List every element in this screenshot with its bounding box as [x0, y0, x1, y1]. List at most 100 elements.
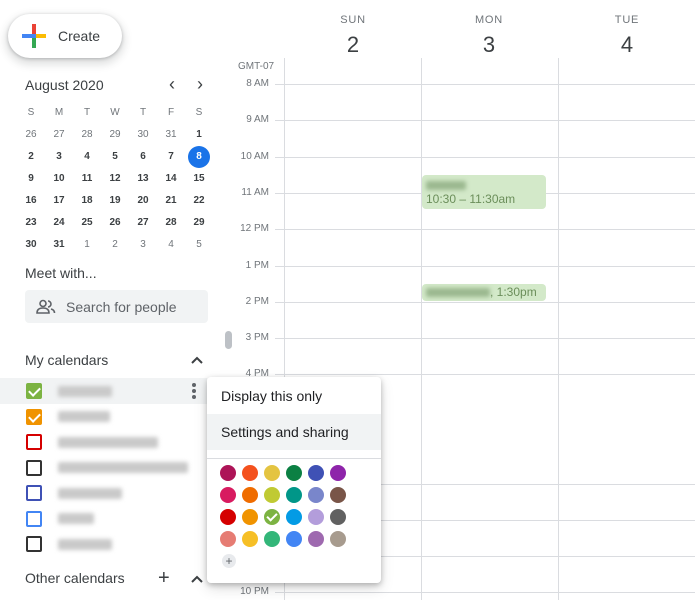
day-name: MON	[474, 14, 504, 26]
color-swatch[interactable]	[220, 465, 236, 481]
color-swatch[interactable]	[330, 509, 346, 525]
mini-calendar-day[interactable]: 3	[129, 234, 157, 256]
search-people-input[interactable]: Search for people	[25, 290, 208, 323]
mini-calendar-day[interactable]: 16	[17, 190, 45, 212]
color-swatch[interactable]	[330, 487, 346, 503]
mini-calendar-day[interactable]: 31	[45, 234, 73, 256]
calendar-list-item[interactable]	[0, 531, 207, 557]
color-swatch[interactable]	[242, 465, 258, 481]
calendar-checkbox[interactable]	[26, 485, 42, 501]
mini-calendar-day[interactable]: 8	[185, 146, 213, 168]
color-swatch[interactable]	[308, 531, 324, 547]
collapse-my-calendars-button[interactable]	[191, 352, 203, 367]
mini-calendar-day[interactable]: 11	[73, 168, 101, 190]
day-header-sun[interactable]: SUN 2	[285, 14, 421, 58]
color-swatch[interactable]	[308, 465, 324, 481]
mini-calendar-day[interactable]: 5	[101, 146, 129, 168]
calendar-event[interactable]: , 1:30pm	[422, 284, 546, 301]
settings-and-sharing-item[interactable]: Settings and sharing	[207, 414, 381, 450]
calendar-event[interactable]: 10:30 – 11:30am	[422, 175, 546, 209]
color-swatch[interactable]	[264, 487, 280, 503]
mini-calendar-day[interactable]: 30	[129, 124, 157, 146]
mini-calendar-day[interactable]: 9	[17, 168, 45, 190]
mini-calendar-day[interactable]: 25	[73, 212, 101, 234]
color-swatch[interactable]	[220, 509, 236, 525]
add-custom-color-button[interactable]: +	[222, 554, 236, 568]
mini-calendar-day[interactable]: 4	[73, 146, 101, 168]
day-header-tue[interactable]: TUE 4	[559, 14, 695, 58]
mini-calendar-day[interactable]: 17	[45, 190, 73, 212]
mini-calendar-day[interactable]: 5	[185, 234, 213, 256]
mini-calendar-day[interactable]: 28	[157, 212, 185, 234]
color-swatch[interactable]	[264, 531, 280, 547]
mini-calendar-day[interactable]: 21	[157, 190, 185, 212]
more-options-icon[interactable]	[192, 383, 196, 399]
color-swatch[interactable]	[264, 509, 280, 525]
mini-calendar-day[interactable]: 15	[185, 168, 213, 190]
color-swatch[interactable]	[286, 487, 302, 503]
mini-calendar-day[interactable]: 29	[185, 212, 213, 234]
mini-calendar-day[interactable]: 23	[17, 212, 45, 234]
mini-calendar-day[interactable]: 29	[101, 124, 129, 146]
calendar-list-item[interactable]	[0, 480, 207, 506]
calendar-checkbox[interactable]	[26, 536, 42, 552]
calendar-list-item[interactable]	[0, 506, 207, 532]
mini-calendar-day[interactable]: 10	[45, 168, 73, 190]
color-swatch[interactable]	[220, 487, 236, 503]
color-swatch[interactable]	[286, 531, 302, 547]
mini-calendar-day[interactable]: 4	[157, 234, 185, 256]
color-swatch[interactable]	[264, 465, 280, 481]
color-swatch[interactable]	[308, 487, 324, 503]
mini-calendar-day[interactable]: 2	[17, 146, 45, 168]
mini-calendar-day[interactable]: 24	[45, 212, 73, 234]
mini-calendar-day[interactable]: 7	[157, 146, 185, 168]
color-swatch[interactable]	[242, 487, 258, 503]
calendar-list-item[interactable]	[0, 455, 207, 481]
mini-calendar-day[interactable]: 18	[73, 190, 101, 212]
collapse-other-calendars-button[interactable]	[191, 571, 203, 586]
mini-calendar-day[interactable]: 27	[45, 124, 73, 146]
calendar-list-item[interactable]	[0, 429, 207, 455]
color-swatch[interactable]	[242, 509, 258, 525]
add-other-calendar-button[interactable]: +	[158, 567, 170, 590]
calendar-list-item[interactable]	[0, 378, 207, 404]
color-swatch[interactable]	[286, 509, 302, 525]
color-swatch[interactable]	[330, 531, 346, 547]
create-button[interactable]: Create	[8, 14, 122, 58]
mini-calendar-day[interactable]: 1	[73, 234, 101, 256]
color-swatch[interactable]	[308, 509, 324, 525]
color-swatch[interactable]	[242, 531, 258, 547]
mini-calendar-day[interactable]: 6	[129, 146, 157, 168]
mini-calendar-day[interactable]: 31	[157, 124, 185, 146]
calendar-checkbox[interactable]	[26, 408, 42, 425]
color-swatch[interactable]	[330, 465, 346, 481]
mini-calendar-day[interactable]: 1	[185, 124, 213, 146]
sidebar-scrollbar[interactable]	[225, 331, 232, 349]
mini-calendar-day[interactable]: 30	[17, 234, 45, 256]
calendar-checkbox[interactable]	[26, 510, 42, 527]
mini-calendar-day[interactable]: 3	[45, 146, 73, 168]
mini-calendar-day[interactable]: 14	[157, 168, 185, 190]
mini-calendar-day[interactable]: 13	[129, 168, 157, 190]
mini-calendar-day[interactable]: 12	[101, 168, 129, 190]
calendar-checkbox[interactable]	[26, 459, 42, 476]
mini-calendar-day[interactable]: 26	[17, 124, 45, 146]
mini-calendar-day[interactable]: 19	[101, 190, 129, 212]
calendar-checkbox[interactable]	[26, 434, 42, 450]
mini-calendar-day[interactable]: 20	[129, 190, 157, 212]
color-palette: +	[220, 463, 352, 573]
day-header-mon[interactable]: MON 3	[421, 14, 557, 58]
display-this-only-item[interactable]: Display this only	[207, 378, 381, 414]
color-swatch[interactable]	[286, 465, 302, 481]
mini-calendar-day[interactable]: 27	[129, 212, 157, 234]
calendar-list-item[interactable]	[0, 404, 207, 430]
mini-calendar-day[interactable]: 28	[73, 124, 101, 146]
mini-calendar-day[interactable]: 26	[101, 212, 129, 234]
meet-with-title: Meet with...	[25, 265, 97, 281]
calendar-checkbox[interactable]	[26, 383, 42, 399]
color-swatch[interactable]	[220, 531, 236, 547]
mini-calendar-day[interactable]: 22	[185, 190, 213, 212]
mini-calendar-day[interactable]: 2	[101, 234, 129, 256]
prev-month-button[interactable]: ‹	[161, 74, 183, 96]
next-month-button[interactable]: ›	[189, 74, 211, 96]
